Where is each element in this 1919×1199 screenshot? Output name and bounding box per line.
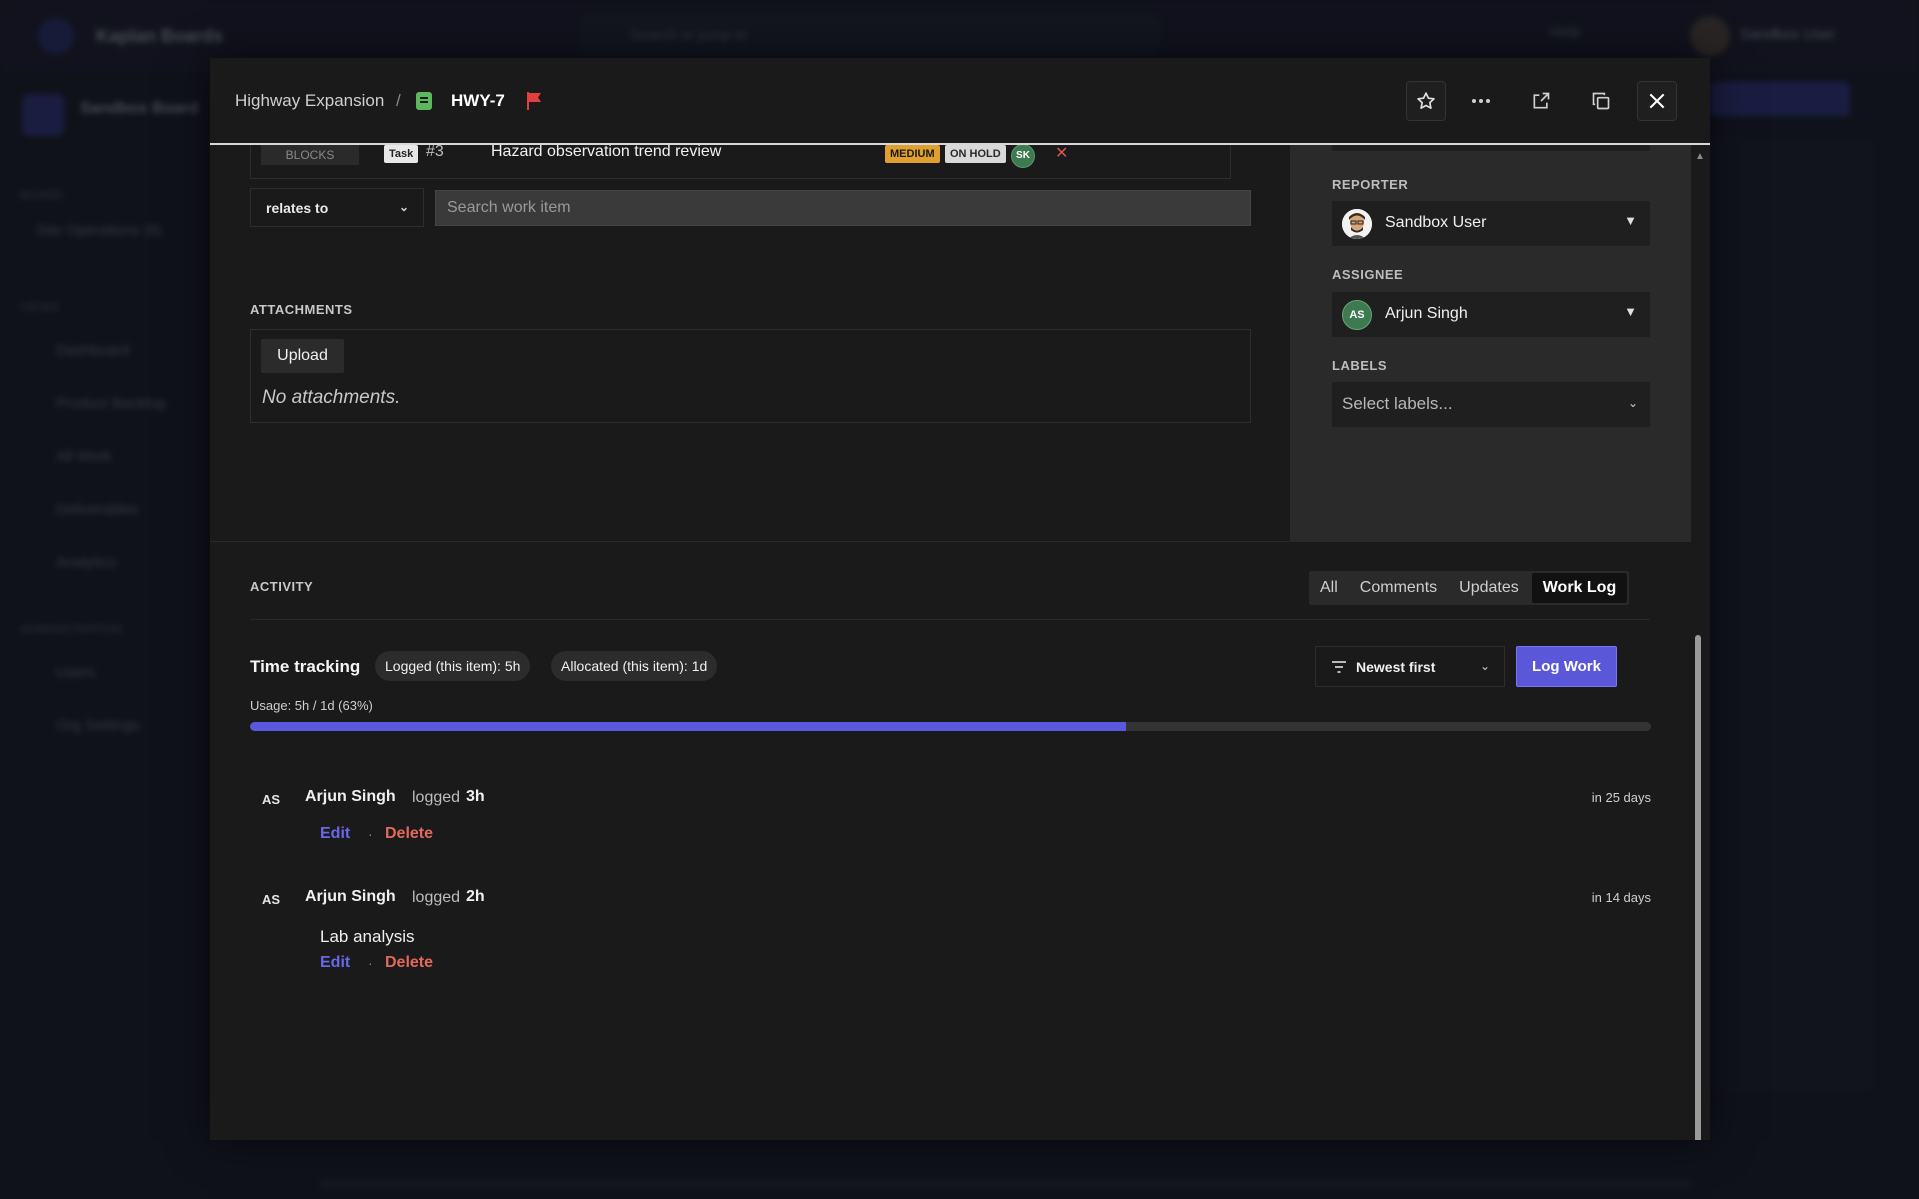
priority-badge: MEDIUM xyxy=(885,145,940,163)
chevron-down-icon: ⌄ xyxy=(398,200,409,214)
modal-body[interactable]: BLOCKS Task #3 Hazard observation trend … xyxy=(210,143,1710,1140)
edit-link[interactable]: Edit xyxy=(320,954,350,972)
item-key[interactable]: HWY-7 xyxy=(451,91,505,111)
more-icon xyxy=(1472,99,1490,103)
edit-link[interactable]: Edit xyxy=(320,825,350,843)
activity-divider xyxy=(250,619,1650,620)
activity-tabs: All Comments Updates Work Log xyxy=(1309,571,1630,605)
star-button[interactable] xyxy=(1406,81,1446,121)
tab-comments[interactable]: Comments xyxy=(1349,571,1448,605)
caret-down-icon: ▼ xyxy=(1624,304,1637,319)
usage-progress-fill xyxy=(250,722,1126,731)
entry-avatar: AS xyxy=(262,792,281,807)
delete-link[interactable]: Delete xyxy=(385,954,433,972)
tab-work-log[interactable]: Work Log xyxy=(1531,573,1628,603)
reporter-avatar xyxy=(1342,209,1372,239)
copy-button[interactable] xyxy=(1581,81,1621,121)
breadcrumb-separator: / xyxy=(396,91,401,110)
usage-progress-bar xyxy=(250,722,1651,731)
reporter-avatar-image xyxy=(1342,209,1372,239)
open-external-button[interactable] xyxy=(1521,81,1561,121)
entry-author: Arjun Singh xyxy=(305,788,396,805)
reporter-select[interactable]: Sandbox User ▼ xyxy=(1332,201,1650,246)
chevron-down-icon: ⌄ xyxy=(1479,659,1490,673)
no-attachments-text: No attachments. xyxy=(262,387,401,408)
link-relation-value: relates to xyxy=(266,200,329,216)
assignee-label: ASSIGNEE xyxy=(1332,267,1404,282)
sort-select[interactable]: Newest first ⌄ xyxy=(1315,646,1505,687)
reporter-name: Sandbox User xyxy=(1385,214,1487,231)
entry-amount: 2h xyxy=(466,888,485,905)
chevron-down-icon: ⌄ xyxy=(1627,396,1638,410)
star-icon xyxy=(1417,92,1435,109)
entry-avatar: AS xyxy=(262,892,281,907)
action-separator: · xyxy=(368,826,373,842)
flag-icon[interactable] xyxy=(525,91,543,111)
entry-amount: 3h xyxy=(466,788,485,805)
entry-time: in 25 days xyxy=(1591,790,1651,805)
linked-item-number[interactable]: #3 xyxy=(426,143,444,161)
close-icon xyxy=(1649,93,1665,109)
entry-note: Lab analysis xyxy=(320,927,415,946)
logged-pill: Logged (this item): 5h xyxy=(375,651,531,681)
copy-icon xyxy=(1592,92,1610,110)
delete-link[interactable]: Delete xyxy=(385,825,433,843)
external-link-icon xyxy=(1533,92,1550,109)
assignee-name: Arjun Singh xyxy=(1385,305,1468,322)
tab-all[interactable]: All xyxy=(1309,571,1349,605)
log-work-button[interactable]: Log Work xyxy=(1516,646,1617,687)
attachments-box: Upload No attachments. xyxy=(250,329,1251,423)
status-badge: ON HOLD xyxy=(945,145,1006,163)
time-tracking-title: Time tracking xyxy=(250,657,361,676)
upload-button[interactable]: Upload xyxy=(261,339,344,373)
filter-icon xyxy=(1332,661,1346,673)
story-type-icon xyxy=(416,92,432,110)
remove-link-button[interactable]: ✕ xyxy=(1055,143,1068,163)
assignee-select[interactable]: AS Arjun Singh ▼ xyxy=(1332,292,1650,337)
assignee-avatar: AS xyxy=(1342,300,1372,330)
breadcrumb-project[interactable]: Highway Expansion xyxy=(235,91,384,111)
vertical-scrollbar[interactable] xyxy=(1695,635,1701,1140)
entry-author: Arjun Singh xyxy=(305,888,396,905)
linked-item-row[interactable]: BLOCKS Task #3 Hazard observation trend … xyxy=(250,143,1231,179)
linked-assignee-avatar: SK xyxy=(1011,144,1035,168)
search-work-item-input[interactable]: Search work item xyxy=(435,190,1251,226)
section-divider xyxy=(210,541,1691,542)
link-type-badge: BLOCKS xyxy=(261,145,359,165)
labels-select[interactable]: Select labels... ⌄ xyxy=(1332,382,1650,427)
entry-verb: logged xyxy=(412,889,461,906)
attachments-label: ATTACHMENTS xyxy=(250,302,353,317)
linked-item-title[interactable]: Hazard observation trend review xyxy=(491,143,721,161)
scroll-up-arrow-icon[interactable]: ▲ xyxy=(1695,151,1705,162)
work-item-modal: Highway Expansion / HWY-7 BLOCKS Task #3 xyxy=(210,58,1710,1140)
action-separator: · xyxy=(368,955,373,971)
entry-time: in 14 days xyxy=(1591,890,1651,905)
item-type-badge: Task xyxy=(384,145,419,163)
labels-label: LABELS xyxy=(1332,358,1387,373)
labels-placeholder: Select labels... xyxy=(1342,394,1453,413)
allocated-pill: Allocated (this item): 1d xyxy=(551,651,718,681)
modal-header: Highway Expansion / HWY-7 xyxy=(210,58,1710,145)
details-panel: REPORTER Sandbox User ▼ ASSIGNEE AS Arju… xyxy=(1290,145,1691,542)
usage-text: Usage: 5h / 1d (63%) xyxy=(250,698,373,713)
more-button[interactable] xyxy=(1461,81,1501,121)
entry-verb: logged xyxy=(412,789,461,806)
link-relation-select[interactable]: relates to ⌄ xyxy=(250,188,424,227)
previous-field-edge xyxy=(1332,145,1650,151)
sort-value: Newest first xyxy=(1356,659,1436,675)
tab-updates[interactable]: Updates xyxy=(1448,571,1530,605)
close-button[interactable] xyxy=(1637,81,1677,121)
reporter-label: REPORTER xyxy=(1332,177,1409,192)
caret-down-icon: ▼ xyxy=(1624,213,1637,228)
activity-label: ACTIVITY xyxy=(250,579,314,594)
